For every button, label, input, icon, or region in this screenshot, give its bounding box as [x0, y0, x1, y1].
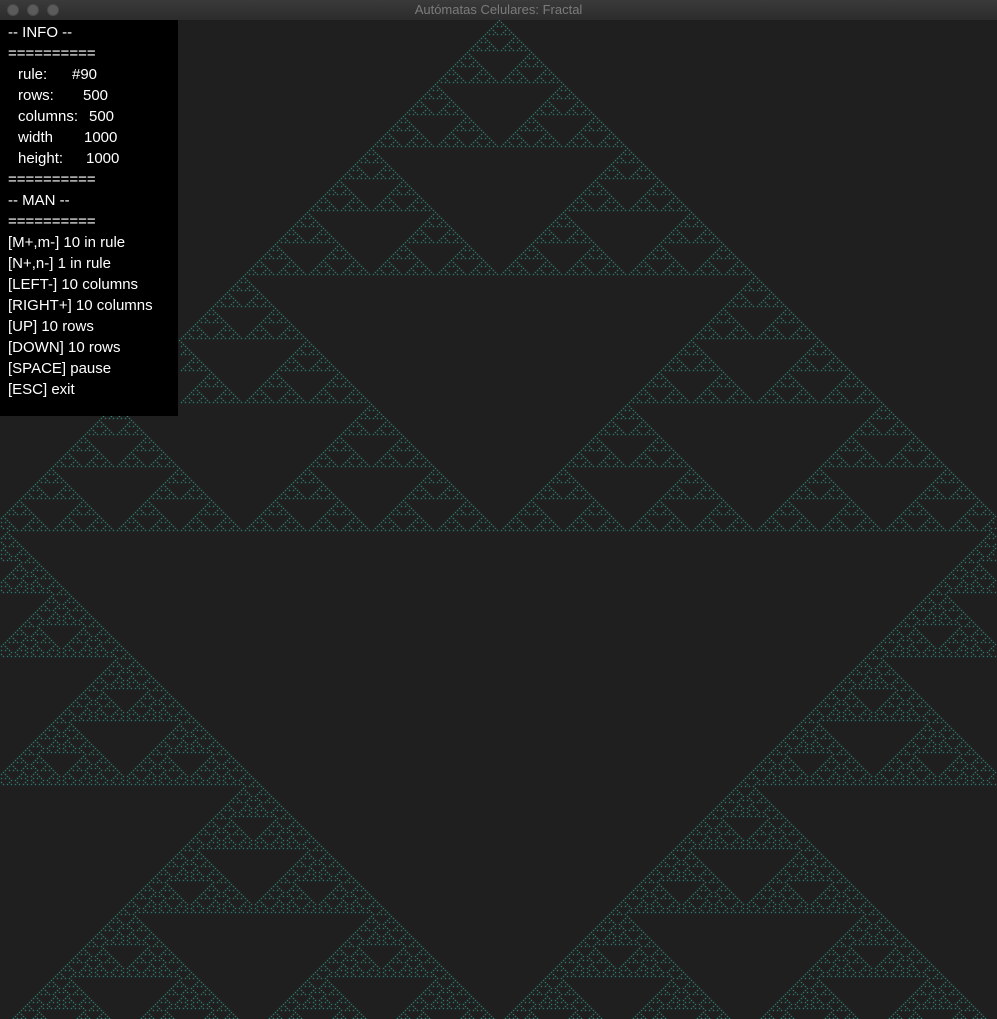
manual-item-up: [UP] 10 rows	[8, 318, 94, 335]
info-width-value: 1000	[84, 129, 118, 146]
manual-item-rule-tens: [M+,m-] 10 in rule	[8, 234, 126, 251]
info-height-value: 1000	[86, 150, 120, 167]
manual-separator: ==========	[8, 213, 96, 230]
info-rows-value: 500	[83, 87, 109, 104]
window-title: Autómatas Celulares: Fractal	[414, 2, 583, 17]
info-height-label: height:	[18, 150, 64, 167]
info-separator-top: ==========	[8, 45, 96, 62]
manual-item-esc: [ESC] exit	[8, 381, 75, 398]
info-overlay: -- INFO -- ========== rule: #90 rows: 50…	[0, 20, 178, 416]
info-columns-label: columns:	[18, 108, 79, 125]
manual-item-right: [RIGHT+] 10 columns	[8, 297, 153, 314]
manual-item-down: [DOWN] 10 rows	[8, 339, 121, 356]
manual-item-left: [LEFT-] 10 columns	[8, 276, 139, 293]
info-separator-bottom: ==========	[8, 171, 96, 188]
manual-header: -- MAN --	[8, 192, 70, 209]
info-rows-label: rows:	[18, 87, 54, 104]
info-width-label: width	[18, 129, 54, 146]
info-rule-value: #90	[72, 66, 98, 83]
info-columns-value: 500	[89, 108, 115, 125]
app-window: Autómatas Celulares: Fractal -- INFO -- …	[0, 0, 997, 1019]
info-rule-label: rule:	[18, 66, 48, 83]
title-bar[interactable]: Autómatas Celulares: Fractal	[0, 0, 997, 21]
manual-item-rule-ones: [N+,n-] 1 in rule	[8, 255, 111, 272]
manual-item-space: [SPACE] pause	[8, 360, 112, 377]
info-header: -- INFO --	[8, 24, 73, 41]
